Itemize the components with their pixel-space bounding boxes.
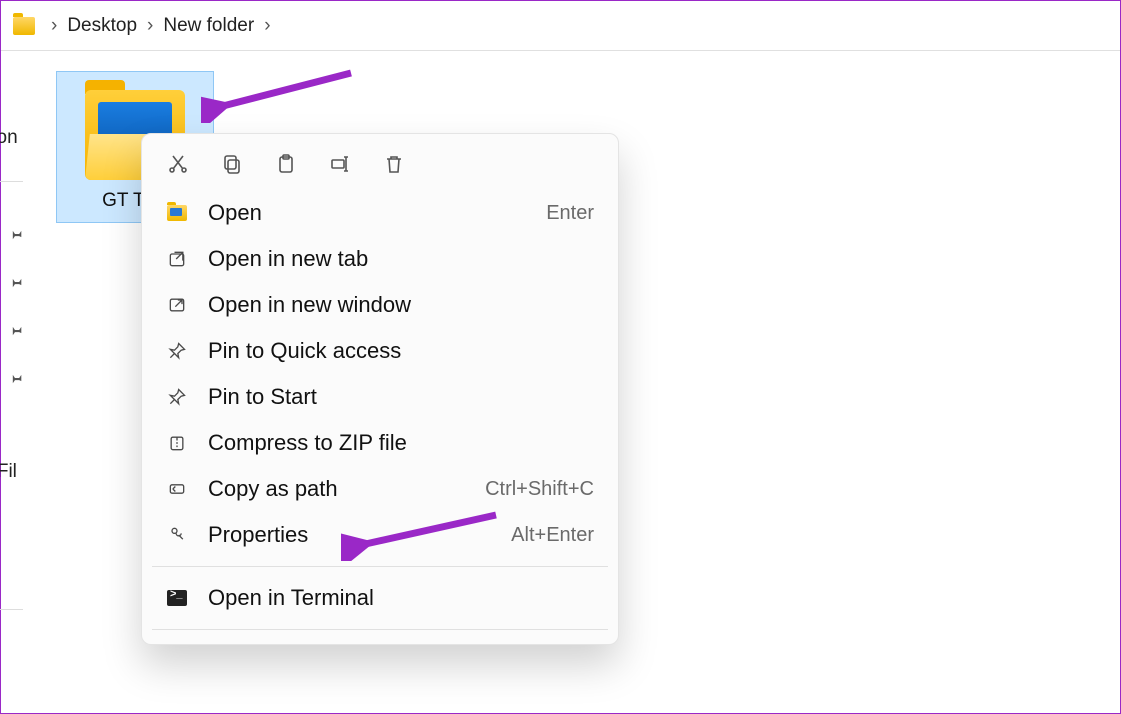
pin-icon (166, 340, 188, 362)
menu-item-open-new-tab[interactable]: Open in new tab (142, 236, 618, 282)
menu-item-accel: Enter (546, 202, 594, 225)
pin-icon (7, 369, 25, 387)
menu-item-open[interactable]: Open Enter (142, 190, 618, 236)
menu-item-open-new-window[interactable]: Open in new window (142, 282, 618, 328)
sidebar-separator (0, 181, 23, 182)
menu-item-label: Open in Terminal (208, 585, 594, 611)
menu-item-pin-quick-access[interactable]: Pin to Quick access (142, 328, 618, 374)
menu-item-accel: Ctrl+Shift+C (485, 478, 594, 501)
chevron-right-icon[interactable]: › (51, 15, 57, 37)
menu-item-label: Pin to Start (208, 384, 594, 410)
chevron-right-icon[interactable]: › (147, 15, 153, 37)
sidebar: son e Fil (1, 51, 31, 713)
terminal-icon (166, 587, 188, 609)
menu-item-pin-start[interactable]: Pin to Start (142, 374, 618, 420)
open-new-window-icon (166, 294, 188, 316)
menu-separator (152, 566, 608, 567)
menu-separator (152, 629, 608, 630)
sidebar-label-fragment: son (0, 127, 18, 149)
pin-icon (7, 321, 25, 339)
chevron-right-icon[interactable]: › (264, 15, 270, 37)
delete-icon[interactable] (382, 152, 406, 176)
menu-item-label: Open in new window (208, 292, 594, 318)
properties-icon (166, 524, 188, 546)
breadcrumb-item-desktop[interactable]: Desktop (67, 15, 137, 37)
pin-icon (7, 273, 25, 291)
menu-item-label: Compress to ZIP file (208, 430, 594, 456)
zip-icon (166, 432, 188, 454)
breadcrumb-folder-icon (13, 17, 35, 35)
folder-icon (166, 202, 188, 224)
copy-icon[interactable] (220, 152, 244, 176)
cut-icon[interactable] (166, 152, 190, 176)
pin-icon (166, 386, 188, 408)
breadcrumb[interactable]: › Desktop › New folder › (1, 1, 1120, 51)
menu-item-label: Open (208, 200, 546, 226)
menu-item-label: Pin to Quick access (208, 338, 594, 364)
menu-item-compress-zip[interactable]: Compress to ZIP file (142, 420, 618, 466)
menu-item-properties[interactable]: Properties Alt+Enter (142, 512, 618, 558)
paste-icon[interactable] (274, 152, 298, 176)
menu-item-label: Open in new tab (208, 246, 594, 272)
menu-item-accel: Alt+Enter (511, 524, 594, 547)
menu-item-label: Properties (208, 522, 511, 548)
open-new-tab-icon (166, 248, 188, 270)
sidebar-separator (0, 609, 23, 610)
menu-item-open-terminal[interactable]: Open in Terminal (142, 575, 618, 621)
menu-item-copy-as-path[interactable]: Copy as path Ctrl+Shift+C (142, 466, 618, 512)
rename-icon[interactable] (328, 152, 352, 176)
sidebar-label-fragment: e Fil (0, 461, 17, 483)
breadcrumb-item-newfolder[interactable]: New folder (163, 15, 254, 37)
copy-path-icon (166, 478, 188, 500)
context-menu: Open Enter Open in new tab Open in new w… (141, 133, 619, 645)
pin-icon (7, 225, 25, 243)
menu-item-label: Copy as path (208, 476, 485, 502)
context-menu-toolbar (142, 134, 618, 190)
